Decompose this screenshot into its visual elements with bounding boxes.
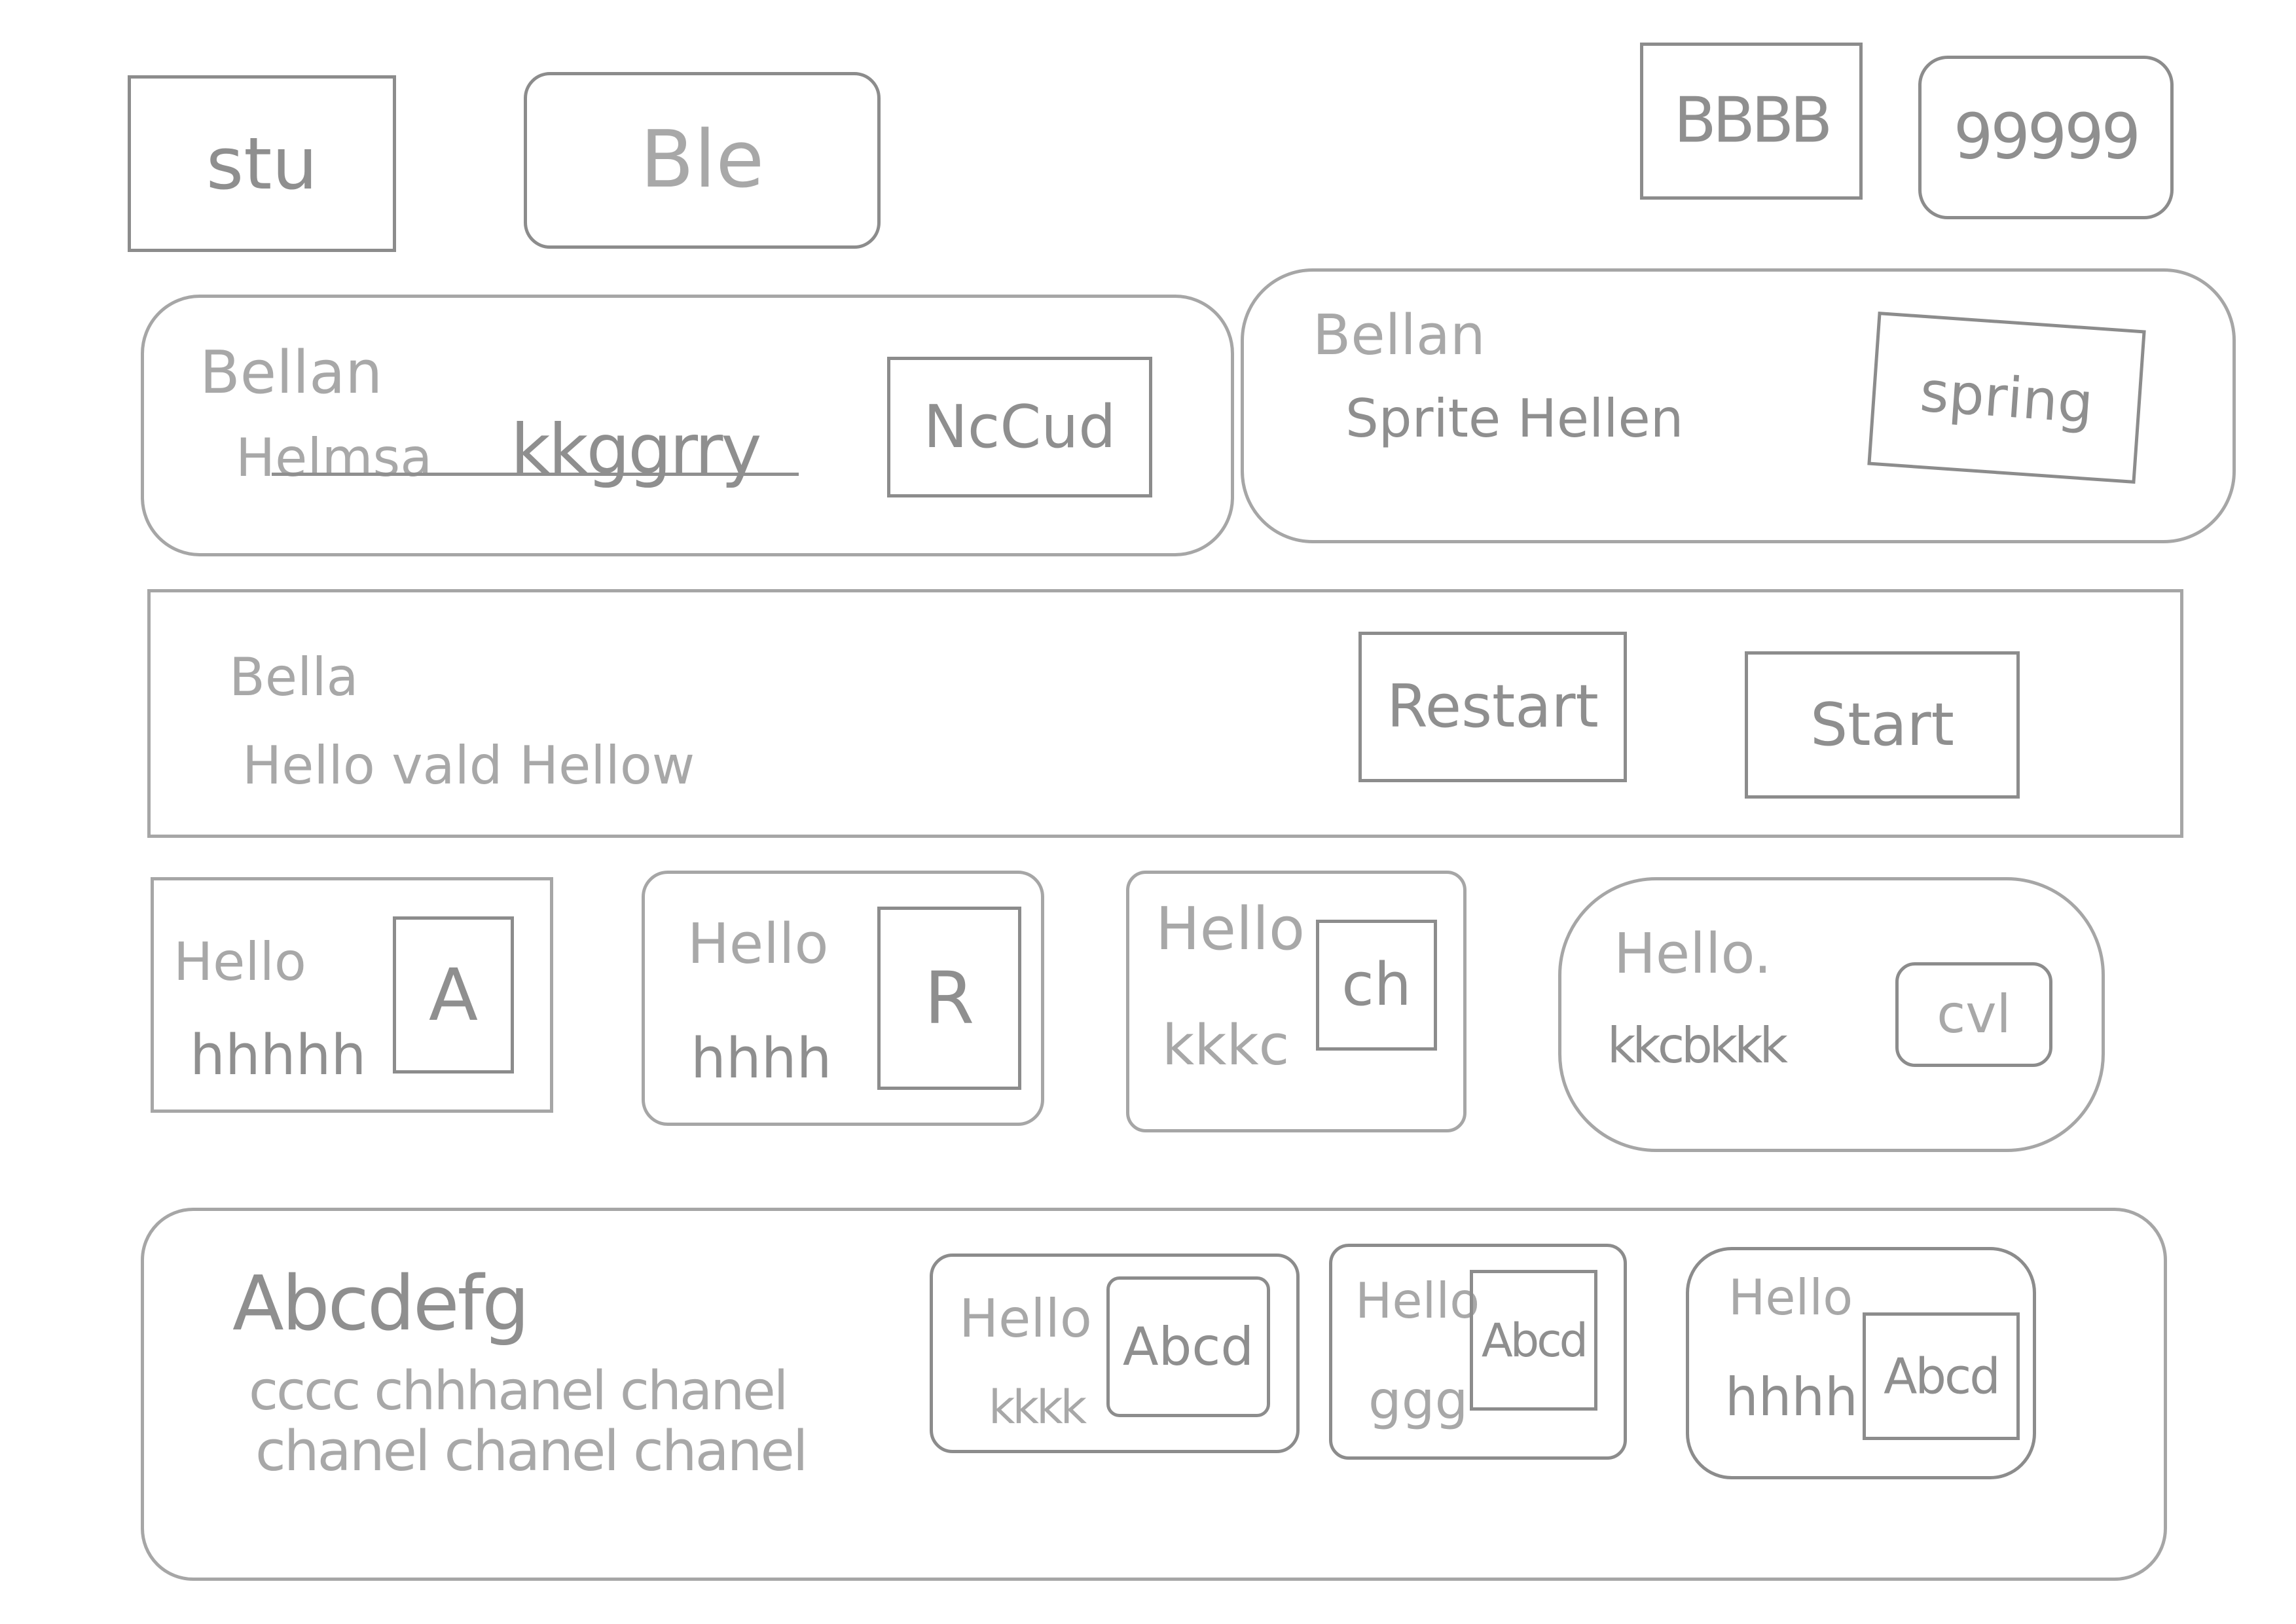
banner-title: Bella bbox=[229, 647, 359, 708]
footer-line2: chanel chanel chanel bbox=[255, 1419, 808, 1484]
row-card-3-title: Hello bbox=[1156, 895, 1305, 964]
row-card-4-sub: kkcbkkk bbox=[1607, 1017, 1788, 1074]
top-button-3-label: BBBB bbox=[1673, 84, 1833, 157]
mini-card-2-button-label: Abcd bbox=[1481, 1313, 1588, 1367]
row-card-2-sub: hhhh bbox=[691, 1026, 832, 1091]
mini-card-2-sub: ggg bbox=[1368, 1370, 1468, 1431]
row-card-1-button[interactable]: A bbox=[393, 916, 514, 1074]
top-button-4-label: 99999 bbox=[1953, 101, 2141, 173]
start-button-label: Start bbox=[1810, 690, 1954, 759]
mini-card-3-sub: hhhh bbox=[1725, 1367, 1858, 1428]
row-card-2-title: Hello bbox=[687, 912, 829, 977]
row-card-3-button-label: ch bbox=[1341, 950, 1412, 1019]
top-button-1-label: stu bbox=[206, 122, 318, 206]
row-card-1-sub: hhhhh bbox=[190, 1023, 367, 1088]
restart-button[interactable]: Restart bbox=[1358, 632, 1627, 782]
mini-card-1-title: Hello bbox=[959, 1288, 1092, 1349]
row-card-4-title: Hello. bbox=[1614, 922, 1772, 986]
card-a-line1: Helmsa bbox=[236, 427, 433, 488]
footer-line1: cccc chhhanel chanel bbox=[249, 1360, 788, 1422]
row-card-2-button-label: R bbox=[924, 956, 975, 1040]
row-card-4-button-label: cvl bbox=[1937, 984, 2011, 1045]
top-button-1[interactable]: stu bbox=[128, 75, 396, 252]
card-b-button[interactable]: spring bbox=[1867, 311, 2146, 484]
restart-button-label: Restart bbox=[1387, 672, 1599, 741]
card-a-title: Bellan bbox=[200, 338, 383, 407]
row-card-3-button[interactable]: ch bbox=[1316, 920, 1437, 1051]
mini-card-2-title: Hello bbox=[1355, 1272, 1480, 1329]
mini-card-2-button[interactable]: Abcd bbox=[1470, 1270, 1597, 1411]
card-b-title: Bellan bbox=[1313, 303, 1485, 368]
top-button-2[interactable]: Ble bbox=[524, 72, 881, 249]
mini-card-3-button[interactable]: Abcd bbox=[1863, 1312, 2020, 1440]
top-button-4[interactable]: 99999 bbox=[1918, 56, 2174, 219]
card-b-button-label: spring bbox=[1918, 359, 2096, 437]
mini-card-1-sub: kkkk bbox=[989, 1380, 1087, 1434]
card-a-button[interactable]: NcCud bbox=[887, 357, 1152, 497]
top-button-2-label: Ble bbox=[640, 115, 765, 206]
mini-card-1-button[interactable]: Abcd bbox=[1106, 1276, 1270, 1417]
card-a-button-label: NcCud bbox=[923, 392, 1116, 461]
mini-card-3-title: Hello bbox=[1728, 1269, 1853, 1326]
banner-line1: Hello vald Hellow bbox=[242, 735, 695, 796]
mini-card-3-button-label: Abcd bbox=[1884, 1347, 2001, 1405]
row-card-1-button-label: A bbox=[428, 953, 479, 1037]
top-button-3[interactable]: BBBB bbox=[1640, 43, 1863, 200]
row-card-1-title: Hello bbox=[173, 931, 306, 992]
card-a-underline bbox=[272, 473, 799, 476]
card-b-line1: Sprite Hellen bbox=[1345, 388, 1684, 449]
footer-heading: Abcdefg bbox=[232, 1260, 530, 1348]
row-card-4-button[interactable]: cvl bbox=[1895, 962, 2052, 1067]
start-button[interactable]: Start bbox=[1745, 651, 2020, 799]
row-card-3-sub: kkkc bbox=[1162, 1013, 1290, 1078]
mini-card-1-button-label: Abcd bbox=[1122, 1316, 1254, 1377]
row-card-2-button[interactable]: R bbox=[877, 907, 1021, 1090]
